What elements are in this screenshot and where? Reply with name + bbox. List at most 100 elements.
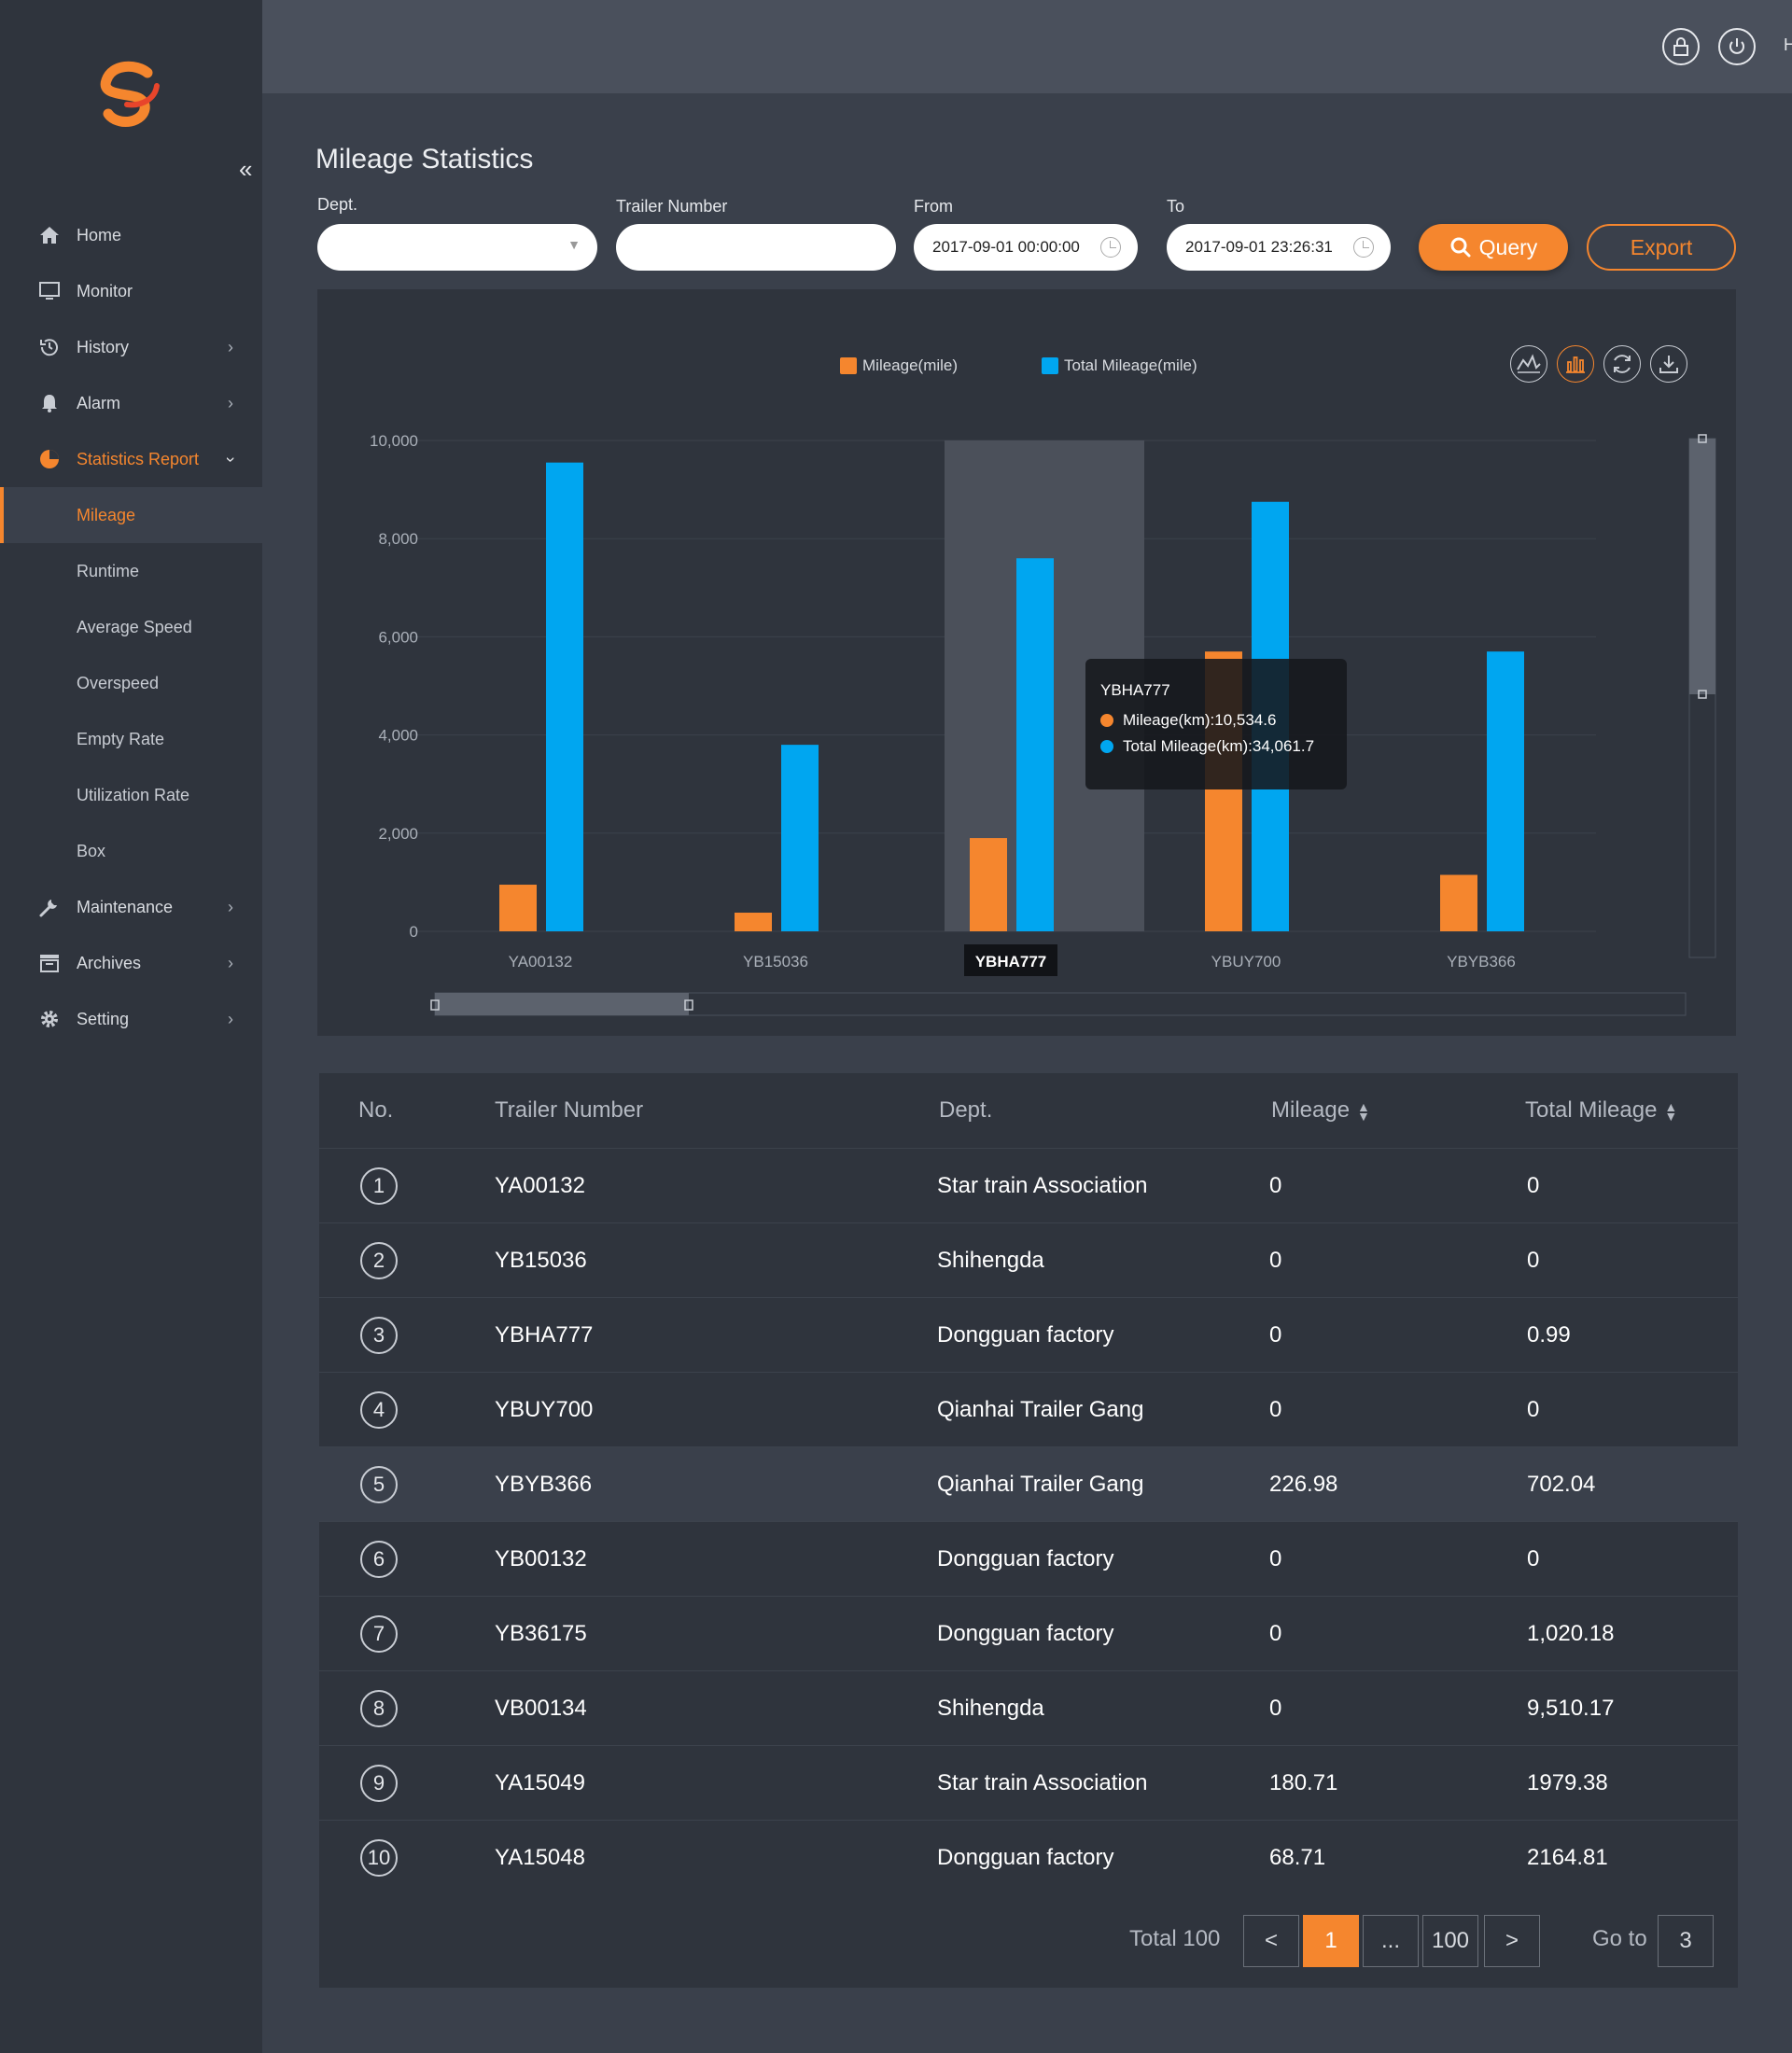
- cell-trailer-number: YB36175: [495, 1621, 587, 1646]
- sidebar-subitem-label: Mileage: [77, 505, 136, 524]
- table-row[interactable]: 3 YBHA777 Dongguan factory 0 0.99: [319, 1297, 1738, 1372]
- horizontal-zoom-handle[interactable]: [435, 993, 689, 1015]
- sidebar-subitem-average-speed[interactable]: Average Speed: [0, 599, 262, 655]
- table-row[interactable]: 6 YB00132 Dongguan factory 0 0: [319, 1521, 1738, 1596]
- legend-total-mileage[interactable]: Total Mileage(mile): [1042, 356, 1197, 375]
- cell-dept: Dongguan factory: [937, 1546, 1114, 1571]
- export-button[interactable]: Export: [1587, 224, 1736, 271]
- caret-down-icon: ▼: [567, 237, 581, 252]
- download-button[interactable]: [1650, 345, 1687, 383]
- x-tick-label: YBYB366: [1447, 953, 1516, 971]
- x-tick-label: YBUY700: [1211, 953, 1281, 971]
- legend-mileage[interactable]: Mileage(mile): [840, 356, 958, 375]
- sidebar-subitem-runtime[interactable]: Runtime: [0, 543, 262, 599]
- cell-dept: Qianhai Trailer Gang: [937, 1397, 1144, 1422]
- mileage-bar-chart: 10,000 8,000 6,000 4,000 2,000 0 YA00132 YB1503…: [370, 432, 1716, 1016]
- sidebar-item-label: History: [77, 337, 130, 356]
- pagination-page-last[interactable]: 100: [1422, 1915, 1478, 1967]
- sidebar-subitem-empty-rate[interactable]: Empty Rate: [0, 711, 262, 767]
- sidebar-item-history[interactable]: History ›: [0, 319, 262, 375]
- cell-mileage: 0: [1269, 1322, 1282, 1348]
- query-button[interactable]: Query: [1419, 224, 1568, 271]
- power-icon: [1729, 38, 1744, 54]
- cell-total-mileage: 702.04: [1527, 1472, 1596, 1497]
- from-datetime-value: 2017-09-01 00:00:00: [932, 238, 1080, 256]
- search-icon: [1450, 237, 1471, 258]
- trailer-number-input[interactable]: [616, 224, 896, 271]
- table-row[interactable]: 4 YBUY700 Qianhai Trailer Gang 0 0: [319, 1372, 1738, 1446]
- collapse-sidebar-icon[interactable]: «: [239, 155, 252, 184]
- from-datetime-picker[interactable]: 2017-09-01 00:00:00: [914, 224, 1138, 271]
- sidebar-item-monitor[interactable]: Monitor: [0, 263, 262, 319]
- pagination-prev-button[interactable]: <: [1243, 1915, 1299, 1967]
- wrench-icon: [37, 895, 62, 919]
- bar-chart-toggle[interactable]: [1557, 345, 1594, 383]
- sidebar-item-setting[interactable]: Setting ›: [0, 991, 262, 1047]
- table-row[interactable]: 1 YA00132 Star train Association 0 0: [319, 1148, 1738, 1222]
- sidebar-subitem-mileage[interactable]: Mileage: [0, 487, 262, 543]
- column-header-label: Mileage: [1271, 1097, 1351, 1123]
- bar-total-mileage: [781, 745, 819, 931]
- cell-mileage: 180.71: [1269, 1770, 1338, 1795]
- table-row[interactable]: 2 YB15036 Shihengda 0 0: [319, 1222, 1738, 1297]
- to-label: To: [1167, 197, 1185, 216]
- sort-icon[interactable]: ▲ ▼: [1357, 1100, 1370, 1123]
- dept-select[interactable]: ▼: [317, 224, 597, 271]
- download-icon: [1659, 356, 1678, 373]
- table-row[interactable]: 5 YBYB366 Qianhai Trailer Gang 226.98 702.04: [319, 1446, 1738, 1521]
- goto-page-input[interactable]: [1658, 1915, 1714, 1967]
- row-number: 6: [360, 1541, 398, 1578]
- sidebar-subitem-box[interactable]: Box: [0, 823, 262, 879]
- line-chart-toggle[interactable]: [1510, 345, 1547, 383]
- sidebar-item-maintenance[interactable]: Maintenance ›: [0, 879, 262, 935]
- sidebar-item-alarm[interactable]: Alarm ›: [0, 375, 262, 431]
- cell-mileage: 0: [1269, 1621, 1282, 1646]
- column-header-mileage[interactable]: Mileage ▲ ▼: [1271, 1097, 1370, 1124]
- cell-total-mileage: 1979.38: [1527, 1770, 1608, 1795]
- pagination-next-button[interactable]: >: [1484, 1915, 1540, 1967]
- to-datetime-value: 2017-09-01 23:26:31: [1185, 238, 1333, 256]
- table-row[interactable]: 7 YB36175 Dongguan factory 0 1,020.18: [319, 1596, 1738, 1670]
- cell-dept: Shihengda: [937, 1696, 1044, 1721]
- top-bar: Hello,Essie: [262, 0, 1792, 93]
- row-number: 1: [360, 1167, 398, 1205]
- lock-icon: [1673, 37, 1688, 56]
- row-number: 10: [360, 1839, 398, 1877]
- cell-total-mileage: 0: [1527, 1397, 1540, 1422]
- sidebar-item-statistics-report[interactable]: Statistics Report ›: [0, 431, 262, 487]
- trailer-number-label: Trailer Number: [616, 197, 728, 216]
- chevron-down-icon: ›: [221, 456, 241, 462]
- refresh-button[interactable]: [1603, 345, 1641, 383]
- pagination-page-current[interactable]: 1: [1303, 1915, 1359, 1967]
- to-datetime-picker[interactable]: 2017-09-01 23:26:31: [1167, 224, 1391, 271]
- sidebar-item-label: Alarm: [77, 393, 121, 412]
- sidebar-item-home[interactable]: Home: [0, 207, 262, 263]
- table-row[interactable]: 10 YA15048 Dongguan factory 68.71 2164.81: [319, 1820, 1738, 1894]
- sidebar-subitem-utilization-rate[interactable]: Utilization Rate: [0, 767, 262, 823]
- table-row[interactable]: 8 VB00134 Shihengda 0 9,510.17: [319, 1670, 1738, 1745]
- logo-icon[interactable]: [90, 56, 170, 136]
- cell-dept: Star train Association: [937, 1770, 1148, 1795]
- cell-trailer-number: YA15048: [495, 1845, 585, 1870]
- lock-button[interactable]: [1662, 28, 1700, 65]
- sidebar-subitem-overspeed[interactable]: Overspeed: [0, 655, 262, 711]
- cell-trailer-number: YB00132: [495, 1546, 587, 1571]
- column-header-dept: Dept.: [939, 1097, 993, 1123]
- logout-button[interactable]: [1718, 28, 1756, 65]
- export-button-label: Export: [1630, 234, 1693, 259]
- tooltip-row-text: Total Mileage(km):34,061.7: [1123, 737, 1315, 755]
- bar-mileage: [735, 913, 772, 931]
- sidebar-item-label: Setting: [77, 1009, 130, 1028]
- y-tick-label: 2,000: [378, 825, 418, 843]
- sidebar-item-archives[interactable]: Archives ›: [0, 935, 262, 991]
- vertical-zoom-handle[interactable]: [1689, 439, 1715, 694]
- bar-total-mileage: [1016, 558, 1054, 931]
- dept-label: Dept.: [317, 195, 358, 214]
- column-header-total-mileage[interactable]: Total Mileage ▲ ▼: [1525, 1097, 1677, 1124]
- cell-dept: Dongguan factory: [937, 1322, 1114, 1348]
- pagination-ellipsis[interactable]: ...: [1363, 1915, 1419, 1967]
- bell-icon: [37, 391, 62, 415]
- y-tick-label: 10,000: [370, 432, 418, 450]
- sort-icon[interactable]: ▲ ▼: [1664, 1100, 1677, 1123]
- table-row[interactable]: 9 YA15049 Star train Association 180.71 1979…: [319, 1745, 1738, 1820]
